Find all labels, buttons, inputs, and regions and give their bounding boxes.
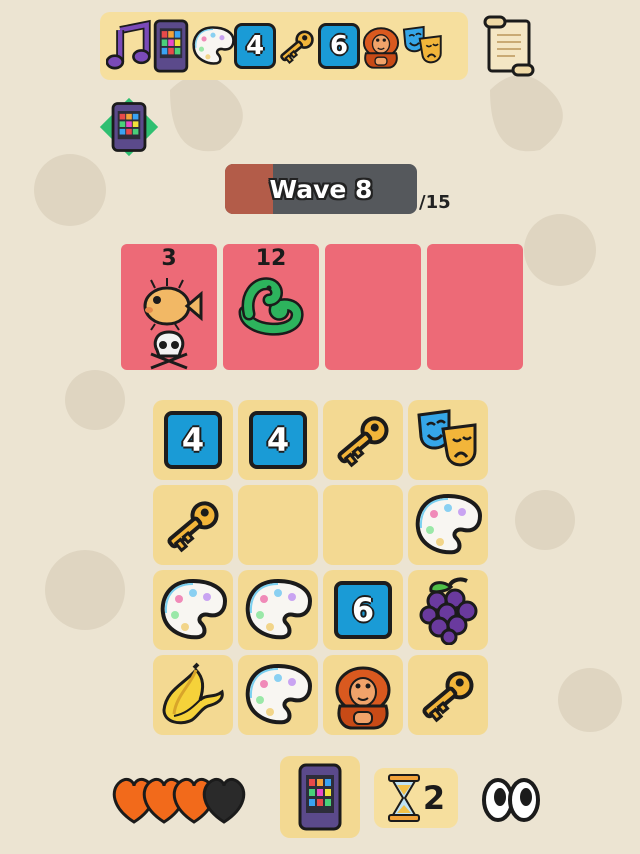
number-value: 6 [351,591,375,629]
grid-cell[interactable] [238,655,318,735]
inventory-item[interactable]: 4 [232,18,278,74]
grid-cell[interactable] [153,485,233,565]
phone-icon [153,19,189,73]
timer-slot: 2 [374,768,458,828]
number-tile: 6 [318,23,360,69]
grid-cell[interactable] [323,400,403,480]
grid-cell[interactable]: 4 [153,400,233,480]
grid-cell[interactable]: 6 [323,570,403,650]
palette-icon [415,493,483,555]
number-value: 4 [245,31,265,61]
key-icon [422,671,474,723]
hourglass-icon [387,774,420,822]
phone-icon [99,97,159,157]
inventory-item[interactable] [358,18,404,74]
wave-label: Wave 8 [269,174,373,204]
music-note-icon [106,19,151,70]
key-icon [280,30,314,64]
grid-cell[interactable] [238,570,318,650]
number-tile: 4 [164,411,222,469]
orangutan-icon [362,27,400,69]
eyes-button[interactable] [478,772,544,828]
phone-icon [298,763,342,831]
theater-masks-icon [417,409,477,467]
timer-count: 2 [422,779,446,817]
enemy-slot-3[interactable] [325,244,421,370]
wave-progress-bar: Wave 8 [225,164,417,214]
grid-cell[interactable] [408,400,488,480]
palette-icon [160,578,228,640]
enemy-slot-2[interactable]: 12 [223,244,319,370]
inventory-item[interactable] [400,18,446,74]
enemy-hp: 12 [255,246,287,271]
key-icon [167,501,219,553]
number-tile: 4 [234,23,276,69]
grid-cell[interactable] [408,655,488,735]
grapes-icon [419,577,478,645]
orangutan-icon [335,666,391,730]
banana-icon [162,662,224,725]
background-decoration [34,75,622,732]
number-tile: 4 [249,411,307,469]
number-value: 6 [329,31,349,61]
scroll-icon [483,15,535,77]
grid-cell[interactable] [153,570,233,650]
key-icon [337,416,389,468]
enemy-slot-1[interactable]: 3 [121,244,217,370]
phone-slot[interactable] [280,756,360,838]
eyes-icon [482,778,540,822]
skull-crossbones-icon [150,330,188,370]
inventory-item[interactable] [148,18,194,74]
inventory-item[interactable] [106,18,152,74]
number-value: 4 [181,421,205,459]
grid-cell[interactable] [153,655,233,735]
palette-icon [192,26,235,65]
palette-icon [245,663,313,725]
inventory-item[interactable]: 6 [316,18,362,74]
selected-item-button[interactable] [98,96,160,158]
grid-cell[interactable] [323,655,403,735]
inventory-bar: 46 [100,12,468,80]
grid-cell[interactable] [238,485,318,565]
grid-cell[interactable] [323,485,403,565]
inventory-item[interactable] [274,18,320,74]
enemy-hp: 3 [161,246,177,271]
theater-masks-icon [402,25,442,64]
wave-total: /15 [419,192,451,213]
palette-icon [245,578,313,640]
inventory-item[interactable] [190,18,236,74]
snake-icon [238,277,304,336]
lives-hearts [112,778,246,824]
scroll-button[interactable] [478,14,538,78]
number-value: 4 [266,421,290,459]
grid-cell[interactable] [408,570,488,650]
grid-cell[interactable] [408,485,488,565]
number-tile: 6 [334,581,392,639]
heart-empty-icon [202,778,246,824]
pufferfish-icon [143,278,203,331]
grid-cell[interactable]: 4 [238,400,318,480]
enemy-slot-4[interactable] [427,244,523,370]
